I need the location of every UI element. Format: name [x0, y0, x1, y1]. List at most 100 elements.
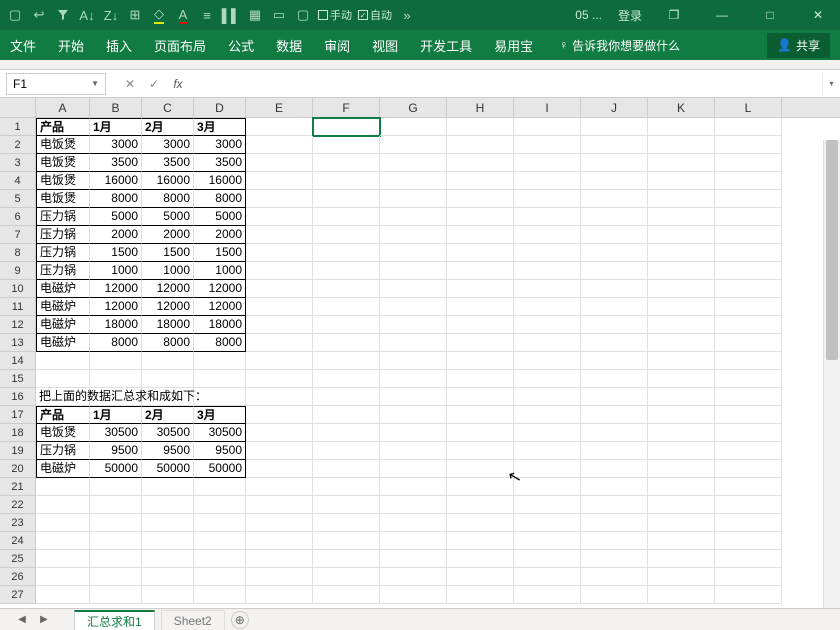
cell-H15[interactable]: [447, 370, 514, 388]
sheet-tab-other[interactable]: Sheet2: [161, 610, 225, 630]
cell-B23[interactable]: [90, 514, 142, 532]
cell-C23[interactable]: [142, 514, 194, 532]
cell-H7[interactable]: [447, 226, 514, 244]
cell-J27[interactable]: [581, 586, 648, 604]
cell-E11[interactable]: [246, 298, 313, 316]
cell-G18[interactable]: [380, 424, 447, 442]
tab-insert[interactable]: 插入: [106, 36, 132, 55]
cell-K20[interactable]: [648, 460, 715, 478]
cell-I15[interactable]: [514, 370, 581, 388]
cell-C18[interactable]: 30500: [142, 424, 194, 442]
cell-G8[interactable]: [380, 244, 447, 262]
cell-G21[interactable]: [380, 478, 447, 496]
tab-yyb[interactable]: 易用宝: [494, 36, 533, 55]
cell-I14[interactable]: [514, 352, 581, 370]
cell-G23[interactable]: [380, 514, 447, 532]
cell-C20[interactable]: 50000: [142, 460, 194, 478]
cell-K25[interactable]: [648, 550, 715, 568]
table-icon[interactable]: ⊞: [126, 6, 144, 24]
cell-H4[interactable]: [447, 172, 514, 190]
cell-B27[interactable]: [90, 586, 142, 604]
cell-G27[interactable]: [380, 586, 447, 604]
row-header-16[interactable]: 16: [0, 388, 35, 406]
cell-K24[interactable]: [648, 532, 715, 550]
cell-F11[interactable]: [313, 298, 380, 316]
cell-A15[interactable]: [36, 370, 90, 388]
cell-L24[interactable]: [715, 532, 782, 550]
cell-L9[interactable]: [715, 262, 782, 280]
cell-H17[interactable]: [447, 406, 514, 424]
cell-B1[interactable]: 1月: [90, 118, 142, 136]
cell-L19[interactable]: [715, 442, 782, 460]
cell-C10[interactable]: 12000: [142, 280, 194, 298]
cell-K15[interactable]: [648, 370, 715, 388]
column-headers[interactable]: ABCDEFGHIJKL: [36, 98, 840, 118]
cell-L18[interactable]: [715, 424, 782, 442]
cell-F20[interactable]: [313, 460, 380, 478]
cell-A6[interactable]: 压力锅: [36, 208, 90, 226]
cell-A13[interactable]: 电磁炉: [36, 334, 90, 352]
login-button[interactable]: 登录: [618, 7, 642, 24]
cell-K14[interactable]: [648, 352, 715, 370]
cell-F27[interactable]: [313, 586, 380, 604]
row-header-20[interactable]: 20: [0, 460, 35, 478]
cell-J23[interactable]: [581, 514, 648, 532]
cell-L15[interactable]: [715, 370, 782, 388]
fx-button[interactable]: fx: [166, 73, 190, 95]
cell-D9[interactable]: 1000: [194, 262, 246, 280]
cell-J14[interactable]: [581, 352, 648, 370]
share-button[interactable]: 👤共享: [767, 33, 830, 58]
cell-K1[interactable]: [648, 118, 715, 136]
cell-J12[interactable]: [581, 316, 648, 334]
cell-K26[interactable]: [648, 568, 715, 586]
cell-H26[interactable]: [447, 568, 514, 586]
cell-I18[interactable]: [514, 424, 581, 442]
cell-F12[interactable]: [313, 316, 380, 334]
expand-formula-bar-icon[interactable]: ▾: [822, 73, 840, 95]
cell-F14[interactable]: [313, 352, 380, 370]
cancel-formula-button[interactable]: ✕: [118, 73, 142, 95]
cell-J22[interactable]: [581, 496, 648, 514]
cell-D4[interactable]: 16000: [194, 172, 246, 190]
cell-K17[interactable]: [648, 406, 715, 424]
cell-D24[interactable]: [194, 532, 246, 550]
cell-G13[interactable]: [380, 334, 447, 352]
row-header-2[interactable]: 2: [0, 136, 35, 154]
row-header-18[interactable]: 18: [0, 424, 35, 442]
maximize-button[interactable]: □: [754, 5, 786, 25]
cell-H16[interactable]: [447, 388, 514, 406]
cell-L8[interactable]: [715, 244, 782, 262]
row-header-7[interactable]: 7: [0, 226, 35, 244]
cell-F16[interactable]: [313, 388, 380, 406]
cell-H20[interactable]: [447, 460, 514, 478]
col-header-I[interactable]: I: [514, 98, 581, 118]
cell-H21[interactable]: [447, 478, 514, 496]
cell-G7[interactable]: [380, 226, 447, 244]
cell-E26[interactable]: [246, 568, 313, 586]
cell-D25[interactable]: [194, 550, 246, 568]
cell-E4[interactable]: [246, 172, 313, 190]
tab-formula[interactable]: 公式: [228, 36, 254, 55]
cell-B5[interactable]: 8000: [90, 190, 142, 208]
cell-K19[interactable]: [648, 442, 715, 460]
cell-A18[interactable]: 电饭煲: [36, 424, 90, 442]
cell-B10[interactable]: 12000: [90, 280, 142, 298]
undo-icon[interactable]: ↩: [30, 6, 48, 24]
cell-A26[interactable]: [36, 568, 90, 586]
tab-file[interactable]: 文件: [10, 36, 36, 55]
ribbon-toggle-icon[interactable]: ❐: [658, 5, 690, 25]
cell-C11[interactable]: 12000: [142, 298, 194, 316]
tab-layout[interactable]: 页面布局: [154, 36, 206, 55]
cell-I24[interactable]: [514, 532, 581, 550]
cell-H1[interactable]: [447, 118, 514, 136]
cell-E1[interactable]: [246, 118, 313, 136]
cell-D22[interactable]: [194, 496, 246, 514]
row-header-1[interactable]: 1: [0, 118, 35, 136]
cell-J3[interactable]: [581, 154, 648, 172]
cell-H11[interactable]: [447, 298, 514, 316]
scrollbar-thumb[interactable]: [826, 140, 838, 360]
row-header-25[interactable]: 25: [0, 550, 35, 568]
cell-E7[interactable]: [246, 226, 313, 244]
cell-B24[interactable]: [90, 532, 142, 550]
cell-H2[interactable]: [447, 136, 514, 154]
